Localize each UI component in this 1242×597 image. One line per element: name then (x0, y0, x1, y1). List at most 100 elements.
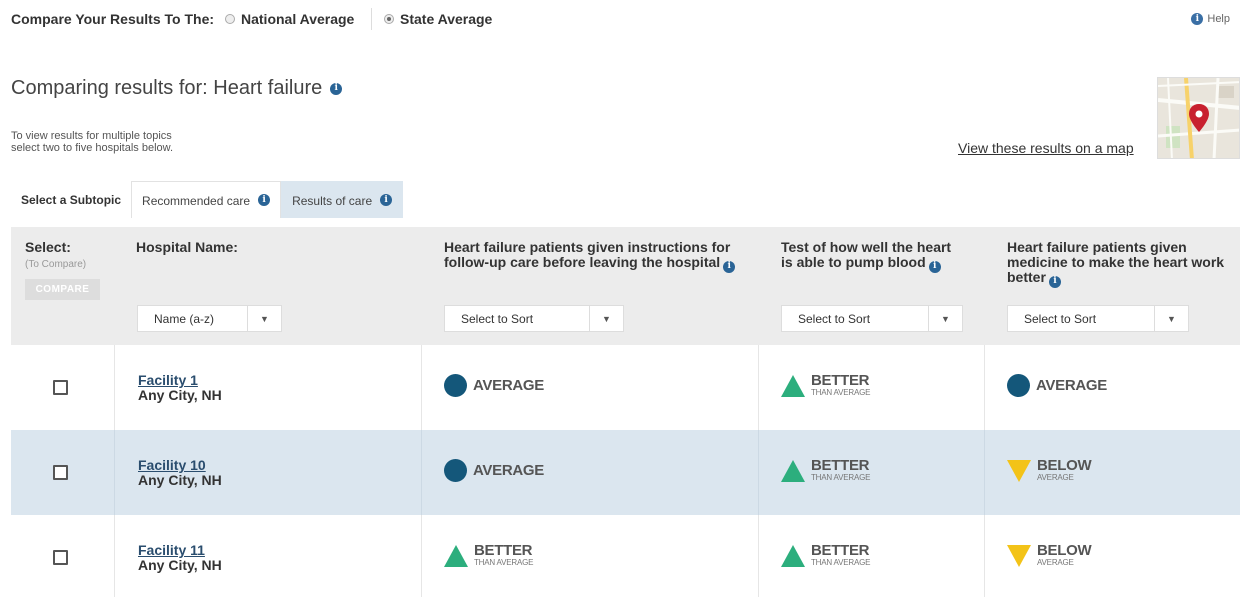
radio-national-label: National Average (241, 11, 355, 27)
info-icon[interactable]: i (380, 194, 393, 206)
compare-checkbox[interactable] (53, 550, 68, 565)
table-row: Facility 1 Any City, NH AVERAGE BETTER TH… (11, 345, 1240, 430)
result-average: AVERAGE (1007, 374, 1107, 397)
column-divider (421, 345, 422, 430)
hospital-name-header: Hospital Name: (136, 239, 238, 255)
help-label: Help (1207, 13, 1230, 25)
info-icon: i (1191, 13, 1204, 25)
table-header: Select: (To Compare) COMPARE Hospital Na… (11, 227, 1240, 345)
sort-select-value: Select to Sort (798, 311, 871, 326)
compare-checkbox[interactable] (53, 465, 68, 480)
sort-select-value: Select to Sort (461, 311, 534, 326)
column-divider (984, 515, 985, 597)
facility-link[interactable]: Facility 1 (138, 372, 198, 388)
subtopic-label: Select a Subtopic (21, 193, 122, 207)
better-triangle-icon (444, 544, 468, 567)
page-title: Comparing results for: Heart failure i (11, 77, 343, 100)
info-icon[interactable]: i (723, 260, 736, 273)
compare-button[interactable]: COMPARE (25, 279, 100, 300)
info-icon[interactable]: i (928, 260, 941, 273)
column-divider (114, 430, 115, 515)
column-divider (421, 430, 422, 515)
chevron-down-icon: ▼ (247, 306, 281, 331)
radio-national-indicator[interactable] (225, 14, 235, 24)
facility-link[interactable]: Facility 11 (138, 542, 205, 558)
instructions: To view results for multiple topics sele… (11, 130, 251, 154)
column-divider (114, 515, 115, 597)
facility-cell: Facility 11 Any City, NH (138, 543, 222, 573)
divider (371, 8, 372, 30)
column-divider (984, 430, 985, 515)
column-header-text: Test of how well the heart is able to pu… (781, 239, 952, 270)
compare-checkbox[interactable] (53, 380, 68, 395)
column-header-followup: Heart failure patients given instruction… (444, 240, 754, 273)
map-pin-icon (1158, 78, 1239, 158)
column-divider (758, 430, 759, 515)
result-average: AVERAGE (444, 374, 544, 397)
instructions-line-2: select two to five hospitals below. (11, 142, 174, 154)
facility-link[interactable]: Facility 10 (138, 457, 206, 473)
result-sublabel: THAN AVERAGE (811, 473, 871, 482)
average-circle-icon (444, 459, 467, 482)
better-triangle-icon (781, 544, 805, 567)
radio-national-average[interactable]: National Average (225, 11, 354, 27)
radio-state-label: State Average (400, 11, 493, 27)
sort-select-followup[interactable]: Select to Sort ▼ (444, 305, 624, 332)
average-circle-icon (444, 374, 467, 397)
compare-label: Compare Your Results To The: (11, 11, 215, 27)
instructions-line-1: To view results for multiple topics (11, 130, 172, 142)
result-sublabel: THAN AVERAGE (474, 558, 534, 567)
info-icon[interactable]: i (258, 194, 271, 206)
result-better: BETTER THAN AVERAGE (444, 543, 534, 567)
chevron-down-icon: ▼ (589, 306, 623, 331)
tab-recommended-care[interactable]: Recommended care i (131, 181, 282, 218)
page-title-text: Comparing results for: Heart failure (11, 77, 323, 99)
view-on-map-link[interactable]: View these results on a map (958, 140, 1134, 156)
result-sublabel: AVERAGE (1037, 473, 1074, 482)
tab-label: Recommended care (142, 194, 251, 208)
table-row: Facility 11 Any City, NH BETTER THAN AVER… (11, 515, 1240, 597)
radio-state-average[interactable]: State Average (384, 11, 492, 27)
result-sublabel: THAN AVERAGE (811, 558, 871, 567)
chevron-down-icon: ▼ (928, 306, 962, 331)
below-triangle-icon (1007, 459, 1031, 482)
result-label: BETTER (811, 457, 870, 474)
result-below: BELOW AVERAGE (1007, 543, 1092, 567)
select-header: Select: (25, 239, 71, 255)
result-average: AVERAGE (444, 459, 544, 482)
facility-location: Any City, NH (138, 472, 222, 488)
facility-location: Any City, NH (138, 387, 222, 403)
tab-results-of-care[interactable]: Results of care i (281, 181, 404, 218)
radio-state-indicator[interactable] (384, 14, 394, 24)
sort-select-pump-test[interactable]: Select to Sort ▼ (781, 305, 963, 332)
column-header-medicine: Heart failure patients given medicine to… (1007, 240, 1227, 288)
tab-label: Results of care (292, 194, 373, 208)
info-icon[interactable]: i (330, 82, 343, 95)
column-divider (114, 345, 115, 430)
hospital-sort-select[interactable]: Name (a-z) ▼ (137, 305, 282, 332)
help-link[interactable]: i Help (1191, 13, 1230, 25)
result-label: BELOW (1037, 457, 1092, 474)
table-row: Facility 10 Any City, NH AVERAGE BETTER T… (11, 430, 1240, 515)
result-label: AVERAGE (473, 376, 544, 394)
subtopic-tabs: Select a Subtopic Recommended care i Res… (11, 181, 404, 218)
result-better: BETTER THAN AVERAGE (781, 372, 871, 397)
better-triangle-icon (781, 374, 805, 397)
info-icon[interactable]: i (1048, 275, 1061, 288)
column-divider (984, 345, 985, 430)
result-label: BETTER (811, 372, 870, 389)
column-header-text: Heart failure patients given instruction… (444, 239, 731, 270)
facility-cell: Facility 1 Any City, NH (138, 373, 222, 403)
sort-select-medicine[interactable]: Select to Sort ▼ (1007, 305, 1189, 332)
chevron-down-icon: ▼ (1154, 306, 1188, 331)
column-divider (758, 515, 759, 597)
result-label: AVERAGE (473, 461, 544, 479)
result-better: BETTER THAN AVERAGE (781, 457, 871, 482)
result-sublabel: THAN AVERAGE (811, 388, 871, 397)
map-thumbnail[interactable] (1157, 77, 1240, 159)
result-better: BETTER THAN AVERAGE (781, 543, 871, 567)
below-triangle-icon (1007, 544, 1031, 567)
result-below: BELOW AVERAGE (1007, 457, 1092, 482)
facility-location: Any City, NH (138, 557, 222, 573)
better-triangle-icon (781, 459, 805, 482)
